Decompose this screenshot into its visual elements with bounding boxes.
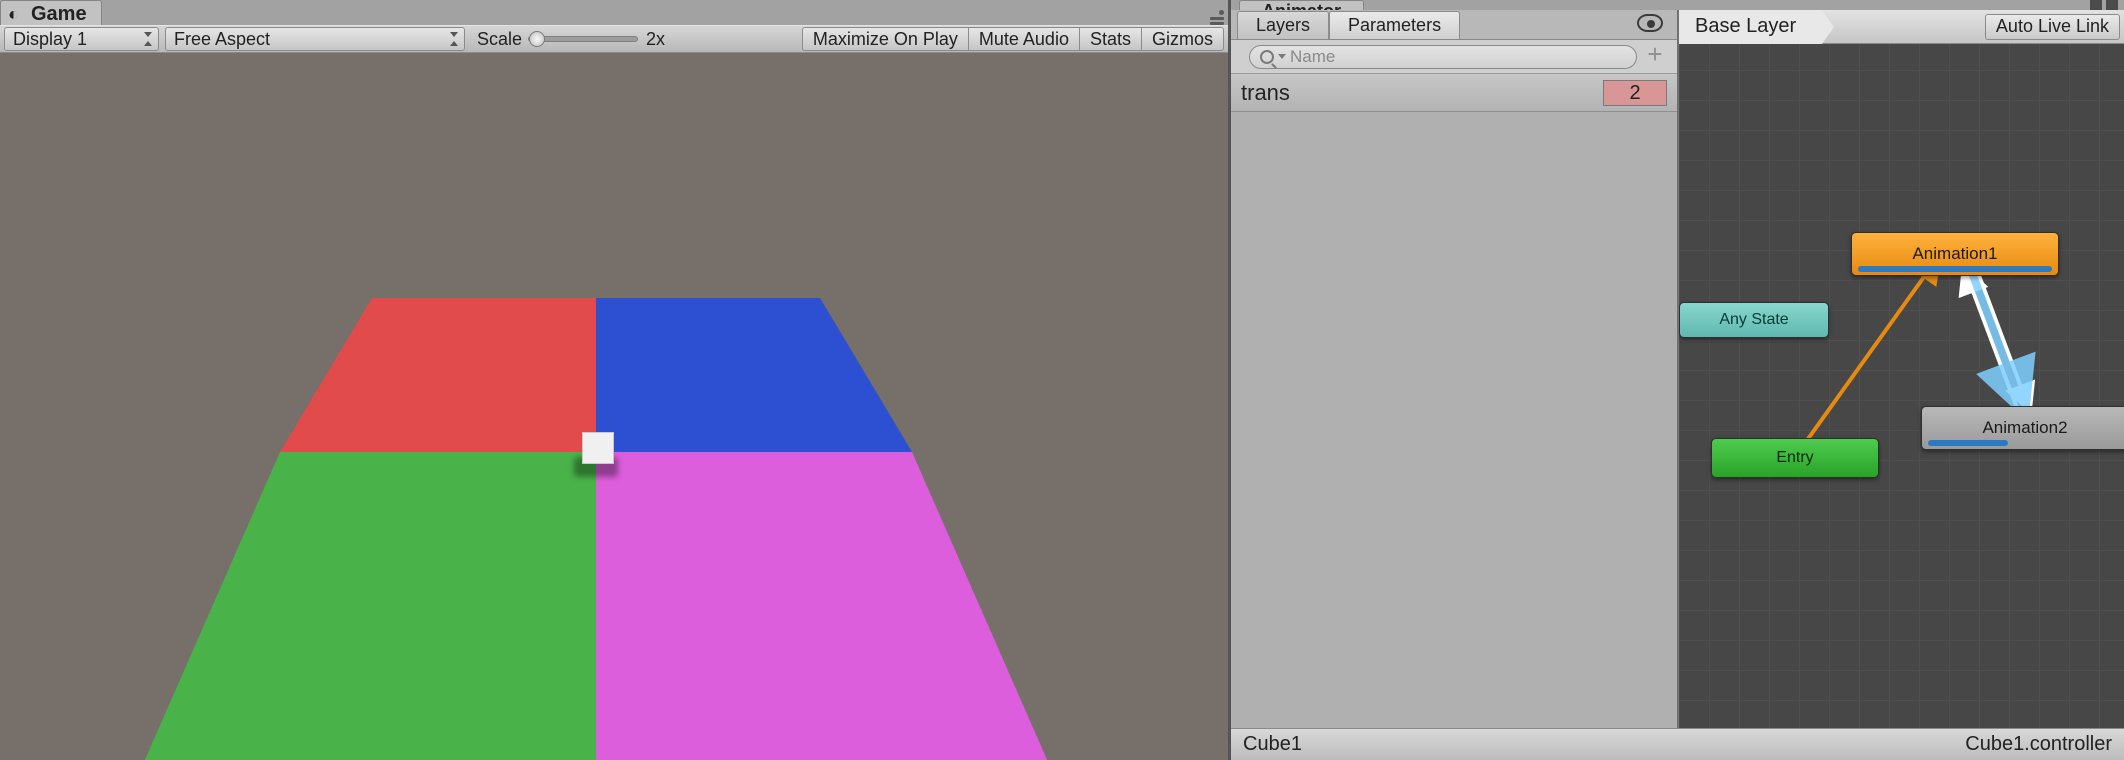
node-progress-bar <box>1858 266 2052 272</box>
parameter-search-input[interactable]: Name <box>1249 45 1637 69</box>
parameters-sidebar: Layers Parameters Name + trans 2 <box>1231 10 1679 728</box>
mute-audio-button[interactable]: Mute Audio <box>968 27 1080 51</box>
parameter-list: trans 2 <box>1231 74 1677 728</box>
animator-panel: Animator Layers Parameters Name + trans <box>1228 0 2124 760</box>
status-object-name: Cube1 <box>1243 733 1302 756</box>
search-placeholder: Name <box>1290 47 1335 67</box>
add-parameter-button[interactable]: + <box>1643 45 1667 69</box>
stats-button[interactable]: Stats <box>1079 27 1142 51</box>
scale-value: 2x <box>646 29 716 50</box>
search-filter-icon[interactable] <box>1278 54 1286 59</box>
display-dropdown[interactable]: Display 1 <box>4 27 159 51</box>
animator-tab[interactable]: Animator <box>1239 0 1364 10</box>
node-entry[interactable]: Entry <box>1711 438 1879 478</box>
scale-slider[interactable] <box>528 36 638 42</box>
layers-tab[interactable]: Layers <box>1237 11 1329 39</box>
parameter-search-row: Name + <box>1231 40 1677 74</box>
game-panel: ◐ Game Display 1 Free Aspect Scale 2x Ma… <box>0 0 1228 760</box>
graph-grid <box>1679 10 2124 728</box>
node-label: Animation2 <box>1982 418 2067 438</box>
game-tab-bar: ◐ Game <box>0 0 1228 25</box>
node-animation1[interactable]: Animation1 <box>1851 232 2059 276</box>
floor-plane <box>0 53 1228 760</box>
eye-icon[interactable] <box>1637 14 1663 32</box>
parameter-value-field[interactable]: 2 <box>1603 80 1667 106</box>
status-controller-name: Cube1.controller <box>1965 733 2112 756</box>
node-label: Animation1 <box>1912 244 1997 264</box>
animator-tab-bar: Animator <box>1231 0 2124 10</box>
node-progress-bar <box>1928 440 2008 446</box>
maximize-on-play-button[interactable]: Maximize On Play <box>802 27 969 51</box>
panel-menu-icon[interactable] <box>1210 10 1224 25</box>
auto-live-link-button[interactable]: Auto Live Link <box>1985 14 2120 40</box>
node-any-state[interactable]: Any State <box>1679 302 1829 338</box>
parameter-name: trans <box>1241 80 1603 106</box>
search-icon <box>1260 50 1274 64</box>
breadcrumb-bar: Base Layer Auto Live Link <box>1679 10 2124 44</box>
parameters-tab[interactable]: Parameters <box>1329 11 1460 39</box>
breadcrumb-base-layer[interactable]: Base Layer <box>1679 10 1822 44</box>
cube-object <box>582 432 614 464</box>
scale-label: Scale <box>477 29 522 50</box>
game-toolbar: Display 1 Free Aspect Scale 2x Maximize … <box>0 25 1228 53</box>
gizmos-button[interactable]: Gizmos <box>1141 27 1224 51</box>
game-viewport[interactable] <box>0 53 1228 760</box>
parameter-row[interactable]: trans 2 <box>1231 74 1677 112</box>
aspect-dropdown[interactable]: Free Aspect <box>165 27 465 51</box>
animator-status-bar: Cube1 Cube1.controller <box>1231 728 2124 760</box>
animator-content: Layers Parameters Name + trans 2 <box>1231 10 2124 728</box>
parameters-tabs: Layers Parameters <box>1231 10 1677 40</box>
state-machine-graph[interactable]: Base Layer Auto Live Link Any State Entr… <box>1679 10 2124 728</box>
scale-slider-knob[interactable] <box>529 31 545 47</box>
node-animation2[interactable]: Animation2 <box>1921 406 2124 450</box>
unity-logo-icon: ◐ <box>8 4 19 25</box>
